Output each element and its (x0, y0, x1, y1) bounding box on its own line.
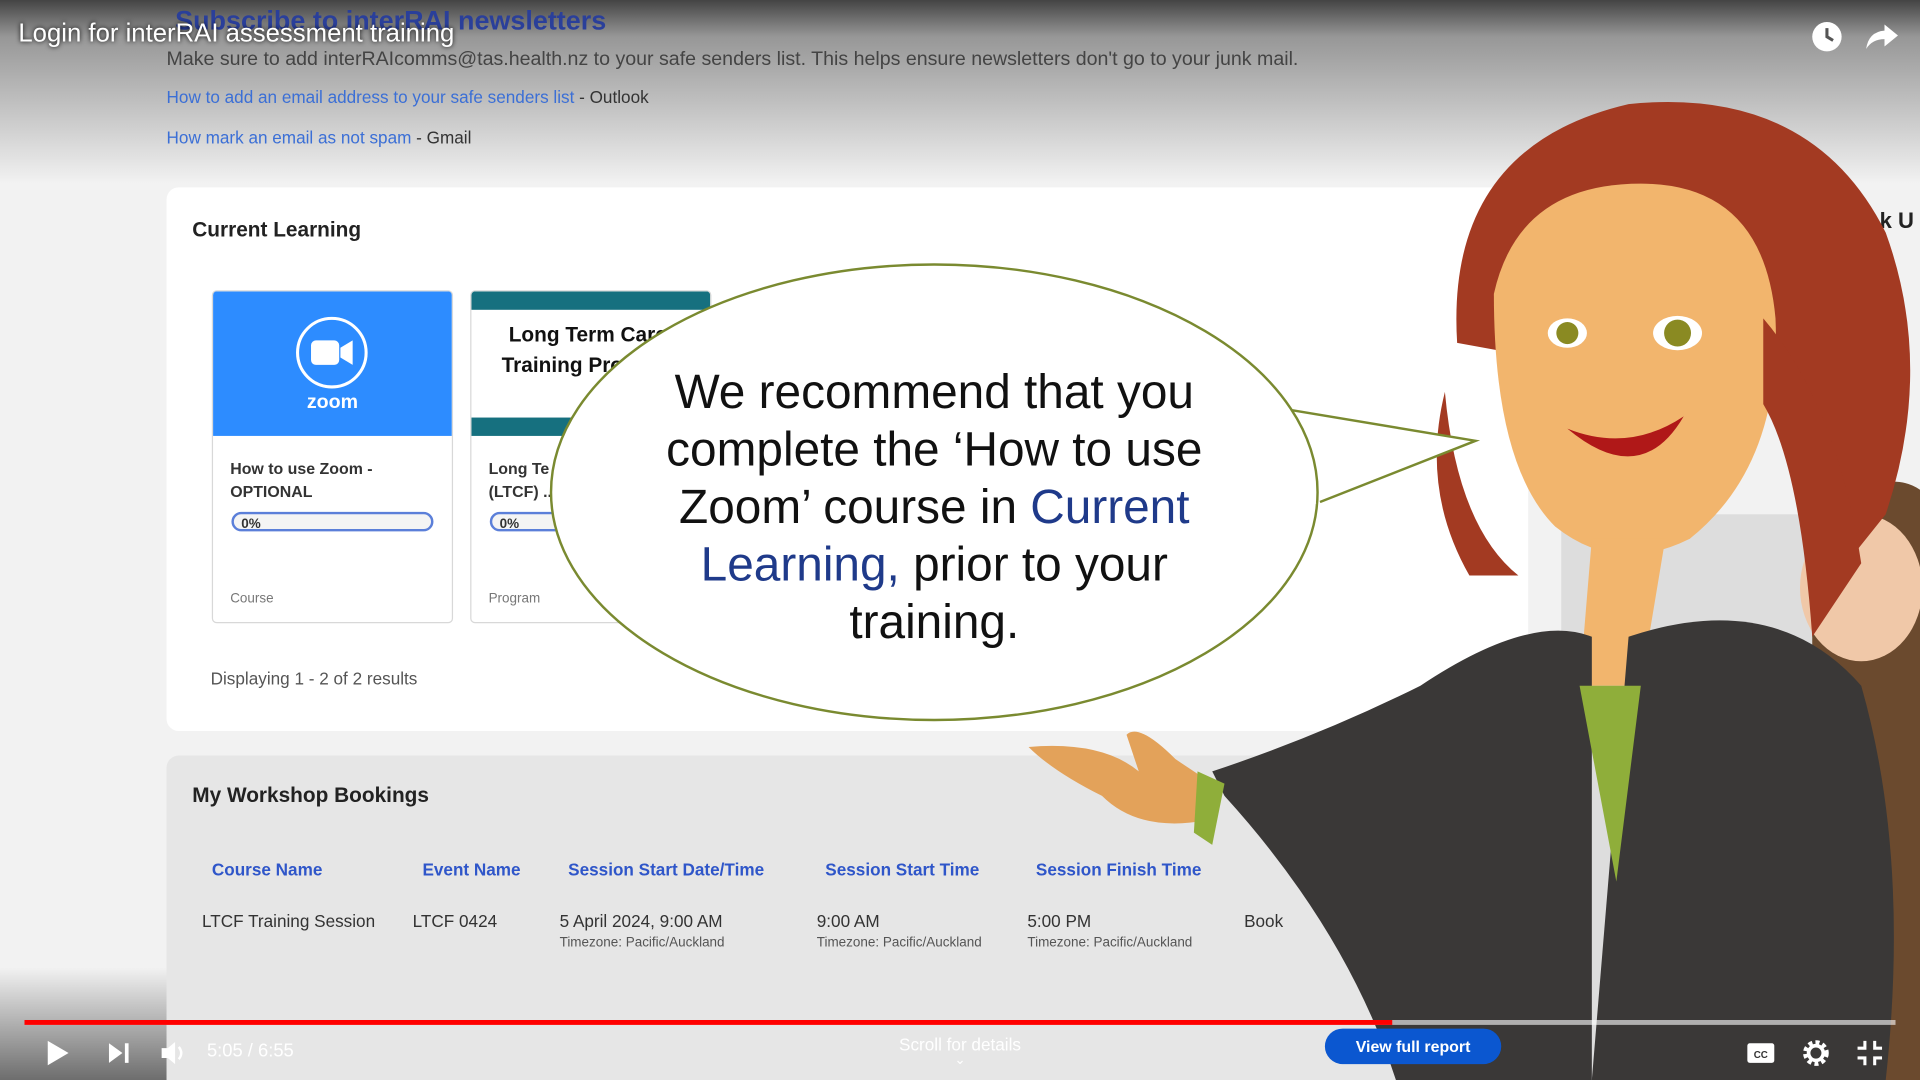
right-edge-text: k U (1879, 208, 1914, 233)
view-full-report-button[interactable]: View full report (1324, 1028, 1502, 1065)
timezone: Timezone: Pacific/Auckland (1027, 935, 1193, 951)
settings-icon[interactable] (1801, 1038, 1830, 1067)
outlook-link-row: How to add an email address to your safe… (167, 87, 649, 107)
bubble-line: complete the ‘How to use (666, 423, 1203, 477)
card-type: Course (230, 591, 274, 607)
bubble-line: Learning, prior to your (588, 536, 1281, 594)
timezone: Timezone: Pacific/Auckland (816, 935, 982, 951)
card-type: Program (488, 591, 541, 607)
course-link[interactable]: LTCF Training Session (202, 911, 375, 931)
event-name: LTCF 0424 (412, 911, 498, 931)
col-start-time[interactable]: Session Start Time (825, 860, 979, 880)
bubble-text: Zoom’ course in (679, 481, 1031, 534)
play-icon[interactable] (44, 1038, 71, 1067)
card-title-line1: Long Te (488, 459, 550, 478)
svg-text:CC: CC (1754, 1050, 1768, 1061)
card-title-line2: (LTCF) .. (488, 482, 552, 501)
card-title[interactable]: How to use Zoom - OPTIONAL (230, 457, 401, 504)
share-icon[interactable] (1864, 20, 1901, 54)
zoom-wordmark: zoom (306, 391, 359, 413)
video-title[interactable]: Login for interRAI assessment training (18, 20, 454, 49)
next-icon[interactable] (107, 1041, 131, 1065)
start-datetime: 5 April 2024, 9:00 AM (559, 911, 723, 931)
gmail-suffix: - Gmail (411, 127, 472, 147)
gmail-link-row: How mark an email as not spam - Gmail (167, 127, 472, 147)
outlook-safe-senders-link[interactable]: How to add an email address to your safe… (167, 87, 575, 107)
zoom-thumbnail: zoom (213, 291, 452, 436)
current-learning-title: Current Learning (192, 217, 362, 242)
exit-fullscreen-icon[interactable] (1855, 1038, 1884, 1067)
outlook-suffix: - Outlook (574, 86, 649, 107)
volume-icon[interactable] (159, 1040, 188, 1067)
col-event-name[interactable]: Event Name (422, 860, 520, 880)
col-start-datetime[interactable]: Session Start Date/Time (568, 860, 764, 880)
timezone: Timezone: Pacific/Auckland (559, 935, 725, 951)
col-room[interactable]: oom (1363, 860, 1399, 880)
col-finish-time[interactable]: Session Finish Time (1036, 860, 1201, 880)
zoom-logo-icon (296, 316, 368, 389)
finish-time: 5:00 PM (1027, 911, 1092, 931)
progress-track[interactable] (24, 1020, 1896, 1025)
time-display: 5:05 / 6:55 (206, 1040, 294, 1062)
bubble-line: training. (849, 596, 1020, 649)
clock-icon[interactable] (1810, 20, 1844, 54)
workshop-bookings-title: My Workshop Bookings (192, 783, 429, 807)
room: Book (1244, 911, 1284, 931)
speech-bubble-text: We recommend that you complete the ‘How … (588, 364, 1281, 652)
bubble-line: Zoom’ course in Current (588, 479, 1281, 537)
bubble-highlight: Learning, (700, 538, 900, 592)
start-time: 9:00 AM (816, 911, 880, 931)
bubble-line: We recommend that you (674, 366, 1194, 419)
scroll-for-details[interactable]: Scroll for details ⌄ (857, 1035, 1063, 1067)
course-card-zoom[interactable]: zoom How to use Zoom - OPTIONAL 0% Cours… (211, 290, 454, 624)
scroll-hint-label: Scroll for details (899, 1034, 1021, 1055)
bubble-text: prior to your (899, 538, 1168, 592)
card-title[interactable]: Long Te (LTCF) .. (489, 457, 552, 504)
chevron-down-icon: ⌄ (954, 1053, 966, 1068)
results-count: Displaying 1 - 2 of 2 results (210, 668, 418, 689)
gmail-not-spam-link[interactable]: How mark an email as not spam (167, 127, 412, 147)
newsletter-text: Make sure to add interRAIcomms@tas.healt… (166, 48, 1299, 70)
bubble-highlight: Current (1030, 481, 1190, 534)
captions-icon[interactable]: CC (1746, 1041, 1775, 1065)
col-course-name[interactable]: Course Name (212, 860, 323, 880)
video-player[interactable]: Subscribe to interRAI newsletters Make s… (0, 0, 1920, 1080)
progress-bar: 0% (231, 511, 434, 532)
progress-played (24, 1020, 1393, 1025)
